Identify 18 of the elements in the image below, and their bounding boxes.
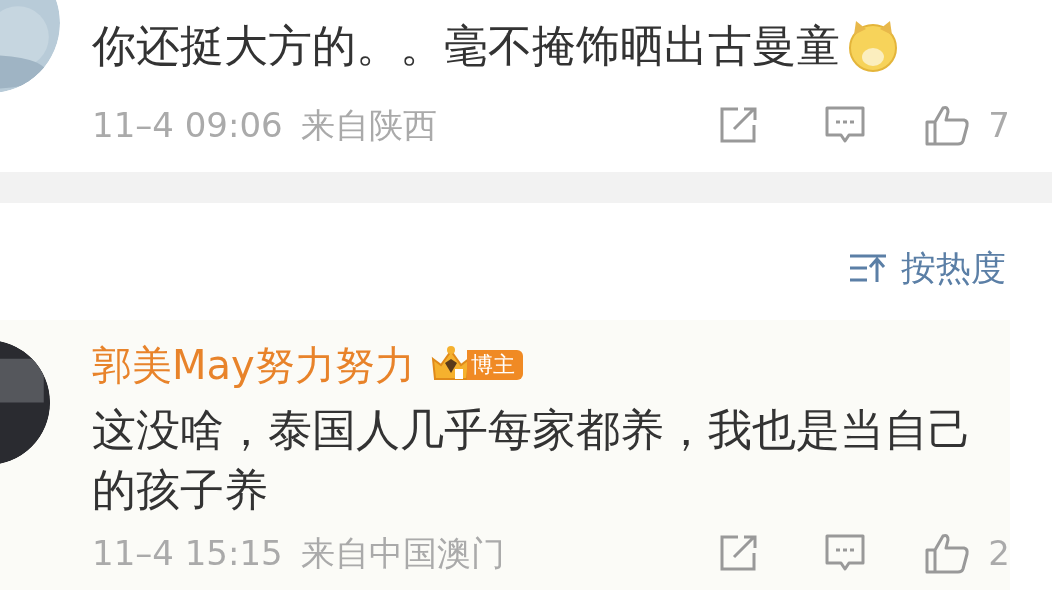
- comment-time: 11–4 09:06: [92, 107, 283, 143]
- reply-button[interactable]: [824, 105, 867, 145]
- thumbs-up-icon: [924, 104, 971, 146]
- comment-location: 来自中国澳门: [300, 535, 505, 571]
- username[interactable]: 郭美May努力努力: [92, 340, 415, 390]
- thumbs-up-icon: [924, 532, 971, 574]
- comment-icon: [824, 533, 867, 573]
- comment-text: 这没啥，泰国人几乎每家都养，我也是当自己的孩子养: [92, 404, 972, 515]
- sort-icon: [849, 253, 887, 283]
- comment-time: 11–4 15:15: [92, 535, 283, 571]
- sort-button[interactable]: 按热度: [849, 248, 1006, 288]
- like-button[interactable]: 2: [924, 532, 1010, 574]
- comment-icon: [824, 105, 867, 145]
- reply-button[interactable]: [824, 533, 867, 573]
- author-badge: 博主: [466, 350, 523, 380]
- comment-text: 你还挺大方的。。毫不掩饰晒出古曼童: [92, 19, 840, 73]
- comment-location: 来自陕西: [300, 107, 437, 143]
- like-button[interactable]: 7: [924, 104, 1010, 146]
